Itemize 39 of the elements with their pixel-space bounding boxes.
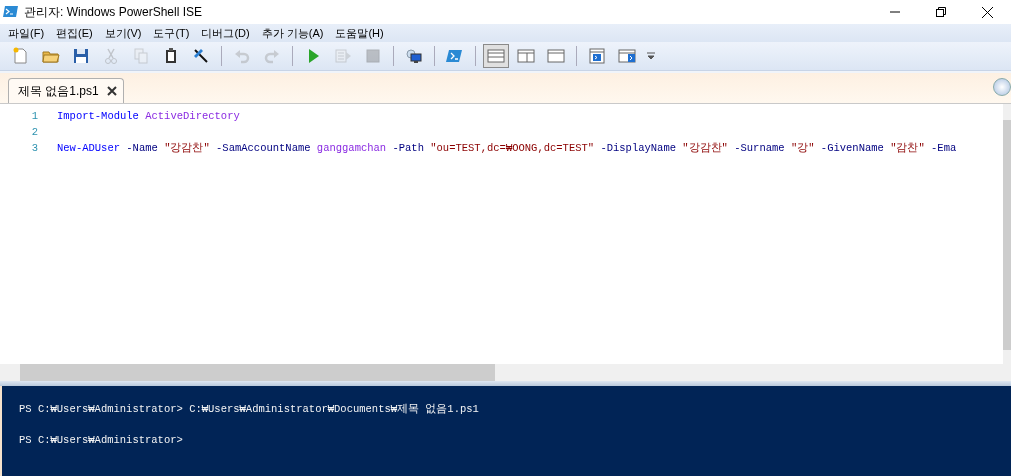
run-selection-icon <box>333 46 353 66</box>
pane-top-button[interactable] <box>483 44 509 68</box>
copy-icon <box>131 46 151 66</box>
line-number: 3 <box>30 142 39 154</box>
pane-maximized-icon <box>546 46 566 66</box>
scrollbar-thumb[interactable] <box>20 364 495 381</box>
close-icon[interactable] <box>106 86 117 96</box>
console-line: PS C:₩Users₩Administrator> <box>19 434 184 448</box>
menu-item[interactable]: 파일(F) <box>2 25 51 41</box>
close-icon <box>981 6 993 18</box>
file-tab[interactable]: 제목 없음1.ps1 <box>8 78 124 103</box>
code-line: New-ADUser -Name "강감찬" -SamAccountName ganggamchan -Path "ou=TEST,dc=₩OONG,dc=TEST" -DisplayName "강감찬" -Surname "강" -GivenName "감찬" -Ema <box>57 141 957 155</box>
scrollbar-thumb[interactable] <box>1003 120 1011 350</box>
stop-icon <box>363 46 383 66</box>
line-number: 2 <box>30 126 39 138</box>
horizontal-scrollbar[interactable] <box>0 364 1003 381</box>
save-icon <box>71 46 91 66</box>
restore-icon <box>936 7 946 17</box>
window-title: 관리자: Windows PowerShell ISE <box>24 3 204 21</box>
remote-computer-icon <box>404 46 424 66</box>
menu-item[interactable]: 편집(E) <box>50 25 99 41</box>
console-pane-icon <box>617 46 637 66</box>
overflow-icon <box>646 52 656 60</box>
code-line: Import-Module ActiveDirectory <box>57 110 240 122</box>
minimize-icon <box>890 11 900 13</box>
collapse-icon[interactable] <box>993 78 1011 96</box>
menu-item[interactable]: 도구(T) <box>147 25 196 41</box>
script-pane-icon <box>587 46 607 66</box>
powershell-icon <box>3 4 19 20</box>
menu-item[interactable]: 보기(V) <box>98 25 148 41</box>
console-line: PS C:₩Users₩Administrator> C:₩Users₩Administrator₩Documents₩제목 없음1.ps1 <box>19 402 480 417</box>
console-pane[interactable]: PS C:₩Users₩Administrator> C:₩Users₩Administrator₩Documents₩제목 없음1.ps1 PS C:₩Users₩Administrator> <box>0 386 1011 476</box>
pane-top-icon <box>486 46 506 66</box>
pane-right-icon <box>516 46 536 66</box>
line-number: 1 <box>30 110 39 122</box>
menu-item[interactable]: 도움말(H) <box>329 25 390 41</box>
vertical-scrollbar[interactable] <box>1003 104 1011 381</box>
menu-item[interactable]: 추가 기능(A) <box>255 25 330 41</box>
menu-item[interactable]: 디버그(D) <box>195 25 256 41</box>
